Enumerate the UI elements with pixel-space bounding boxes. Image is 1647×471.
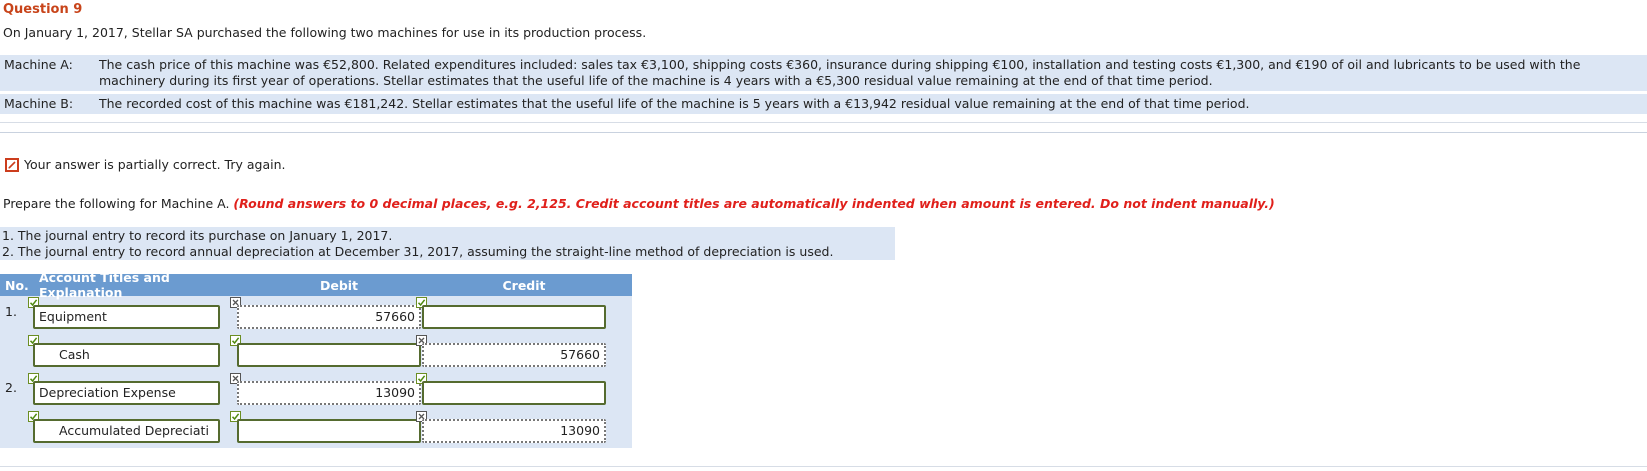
debit-input[interactable] — [237, 419, 421, 443]
account-title-input[interactable]: Accumulated Depreciati — [33, 419, 220, 443]
credit-input[interactable] — [422, 381, 606, 405]
header-debit: Debit — [319, 277, 359, 293]
header-no: No. — [5, 277, 29, 293]
header-credit: Credit — [502, 277, 546, 293]
prepare-text: Prepare the following for Machine A. — [3, 196, 234, 211]
journal-row: Accumulated Depreciati 13090 — [0, 410, 632, 448]
divider — [0, 122, 1647, 123]
rounding-instruction: (Round answers to 0 decimal places, e.g.… — [233, 196, 1275, 211]
answer-status: Your answer is partially correct. Try ag… — [5, 157, 285, 172]
machine-row-a: Machine A: The cash price of this machin… — [0, 55, 1647, 91]
machine-row-b: Machine B: The recorded cost of this mac… — [0, 94, 1647, 114]
task-item: 1. The journal entry to record its purch… — [2, 228, 393, 243]
machine-table: Machine A: The cash price of this machin… — [0, 55, 1647, 114]
debit-input[interactable]: 57660 — [237, 305, 421, 329]
debit-input[interactable]: 13090 — [237, 381, 421, 405]
status-message: Your answer is partially correct. Try ag… — [24, 157, 286, 172]
machine-description: The cash price of this machine was €52,8… — [99, 57, 1581, 88]
machine-label: Machine A: — [4, 57, 73, 72]
question-title: Question 9 — [3, 2, 83, 17]
divider — [0, 466, 1647, 467]
account-title-input[interactable]: Depreciation Expense — [33, 381, 220, 405]
account-title-input[interactable]: Equipment — [33, 305, 220, 329]
task-item: 2. The journal entry to record annual de… — [2, 244, 834, 259]
table-header: No. Account Titles and Explanation Debit… — [0, 270, 632, 300]
divider — [0, 132, 1647, 133]
machine-label: Machine B: — [4, 96, 74, 111]
task-list: 1. The journal entry to record its purch… — [0, 227, 895, 260]
journal-row: 1. Equipment 57660 — [0, 296, 632, 334]
journal-row: Cash 57660 — [0, 334, 632, 372]
journal-entry-table: No. Account Titles and Explanation Debit… — [0, 270, 632, 448]
entry-number: 2. — [5, 380, 17, 395]
prepare-instructions: Prepare the following for Machine A. (Ro… — [3, 196, 1275, 211]
question-intro: On January 1, 2017, Stellar SA purchased… — [3, 25, 647, 40]
journal-row: 2. Depreciation Expense 13090 — [0, 372, 632, 410]
debit-input[interactable] — [237, 343, 421, 367]
pencil-icon — [5, 157, 19, 172]
entry-number: 1. — [5, 304, 17, 319]
credit-input[interactable]: 13090 — [422, 419, 606, 443]
account-title-input[interactable]: Cash — [33, 343, 220, 367]
credit-input[interactable] — [422, 305, 606, 329]
table-body: 1. Equipment 57660 Cash 57660 2. Depreciation … — [0, 296, 632, 448]
credit-input[interactable]: 57660 — [422, 343, 606, 367]
machine-description: The recorded cost of this machine was €1… — [99, 96, 1250, 111]
